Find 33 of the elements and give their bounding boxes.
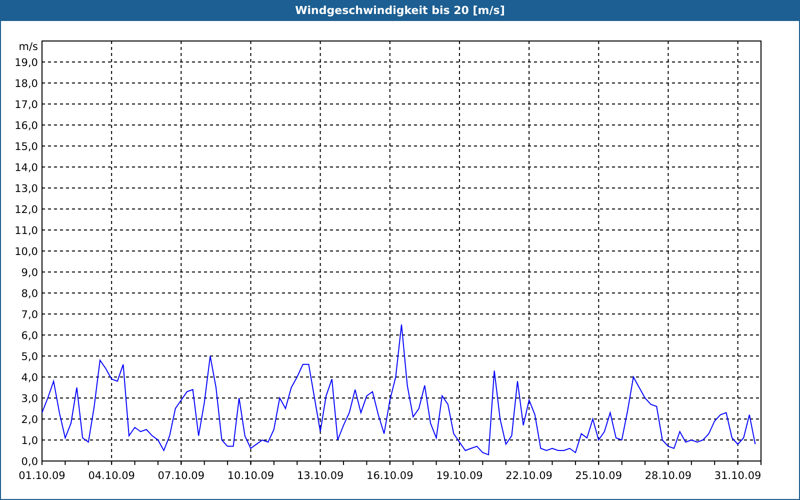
x-tick-label: 19.10.09 <box>436 470 483 482</box>
x-tick-label: 01.10.09 <box>18 470 66 482</box>
x-tick-label: 07.10.09 <box>158 470 205 482</box>
x-tick-label: 22.10.09 <box>506 470 552 482</box>
x-tick-label: 25.10.09 <box>575 470 622 482</box>
window-title: Windgeschwindigkeit bis 20 [m/s] <box>1 1 799 21</box>
y-axis-unit-label: m/s <box>18 41 38 53</box>
y-tick-label: 19,0 <box>14 57 38 69</box>
y-tick-label: 1,0 <box>21 435 38 447</box>
y-tick-label: 4,0 <box>21 372 38 384</box>
x-tick-label: 04.10.09 <box>88 470 135 482</box>
x-tick-label: 31.10.09 <box>714 470 762 482</box>
y-tick-label: 10,0 <box>14 246 38 258</box>
y-tick-label: 15,0 <box>14 141 38 153</box>
y-tick-label: 8,0 <box>21 288 38 300</box>
y-tick-label: 13,0 <box>14 183 38 195</box>
y-tick-label: 5,0 <box>21 351 38 363</box>
y-tick-label: 0,0 <box>21 456 38 468</box>
y-tick-label: 16,0 <box>14 120 38 132</box>
y-tick-label: 3,0 <box>21 393 38 405</box>
y-tick-label: 7,0 <box>21 309 38 321</box>
y-tick-label: 12,0 <box>14 204 38 216</box>
y-tick-label: 11,0 <box>14 225 38 237</box>
y-tick-label: 17,0 <box>14 99 38 111</box>
x-tick-label: 10.10.09 <box>227 470 274 482</box>
y-tick-label: 9,0 <box>21 267 38 279</box>
y-tick-label: 6,0 <box>21 330 38 342</box>
x-tick-label: 28.10.09 <box>644 470 692 482</box>
y-tick-label: 14,0 <box>14 162 38 174</box>
x-tick-label: 16.10.09 <box>366 470 414 482</box>
y-tick-label: 18,0 <box>14 78 38 90</box>
x-tick-label: 13.10.09 <box>296 470 344 482</box>
y-tick-label: 2,0 <box>21 414 38 426</box>
